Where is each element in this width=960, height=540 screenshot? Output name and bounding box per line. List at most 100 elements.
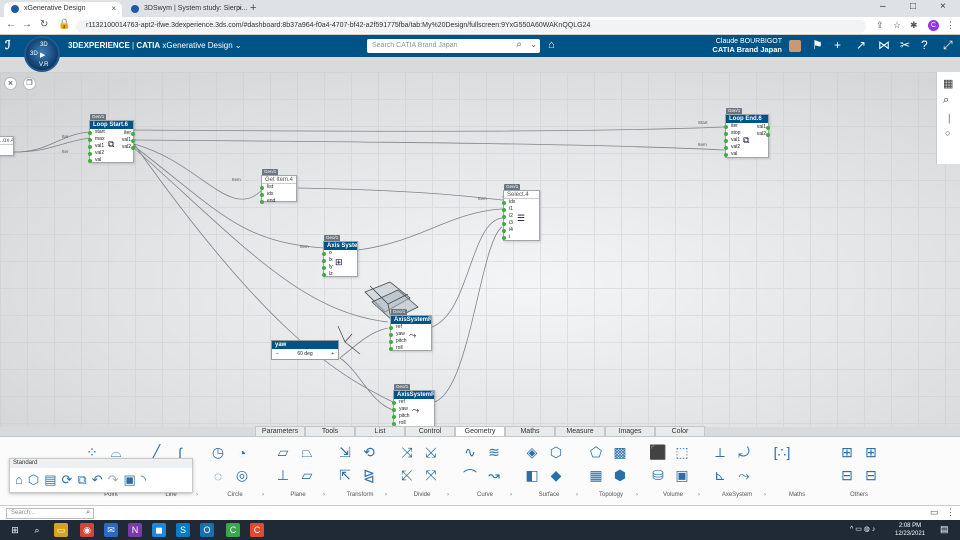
plane-offset-icon[interactable]: ⏢ [301, 444, 312, 461]
others-icon-3[interactable]: ⊟ [841, 467, 853, 484]
close-canvas-button[interactable]: × [4, 77, 17, 90]
minimize-icon[interactable]: – [880, 1, 886, 12]
more-icon[interactable]: ⋮ [946, 507, 955, 518]
cube-icon[interactable]: ⬡ [28, 472, 39, 488]
node-port[interactable]: idx [502, 199, 539, 206]
node-port[interactable]: end [260, 198, 296, 205]
divide-icon[interactable]: ⤪ [401, 467, 412, 484]
surface-sweep-icon[interactable]: ◧ [525, 467, 538, 484]
matrix-icon[interactable]: [∴] [774, 444, 791, 461]
chevron-right-icon[interactable]: › [323, 492, 325, 498]
yaw-slider-node[interactable]: yaw − 60 deg + [271, 340, 339, 360]
recorder-icon[interactable]: C [250, 523, 264, 537]
back-icon[interactable]: ← [6, 19, 16, 30]
curve-connect-icon[interactable]: ↝ [488, 467, 500, 484]
topology-face-icon[interactable]: ⬢ [614, 467, 626, 484]
circle-center-icon[interactable]: ◔ [238, 445, 246, 461]
node-output[interactable]: val2 [757, 131, 771, 138]
circle-3pt-icon[interactable]: ◎ [236, 467, 248, 484]
reload-icon[interactable]: ↻ [40, 19, 48, 30]
node-port[interactable]: idx [260, 191, 296, 198]
tab-maths[interactable]: Maths [505, 426, 555, 436]
node-port[interactable]: roll [389, 345, 431, 352]
spline-icon[interactable]: ∿ [464, 444, 476, 461]
chevron-right-icon[interactable]: › [698, 492, 700, 498]
outlook-app-icon[interactable]: O [200, 523, 214, 537]
node-port[interactable]: o [322, 250, 357, 257]
yaw-increment-button[interactable]: + [331, 351, 334, 357]
node-port[interactable]: val [724, 151, 768, 158]
tab-measure[interactable]: Measure [555, 426, 605, 436]
tab-control[interactable]: Control [405, 426, 455, 436]
chevron-right-icon[interactable]: › [636, 492, 638, 498]
chevron-right-icon[interactable]: › [447, 492, 449, 498]
node-loop-end[interactable]: Gen/1 Loop End.6 iter stop val1 val2 val… [724, 108, 771, 158]
search-input[interactable]: Search CATIA Brand Japan ⌕ ⌄ [367, 39, 540, 53]
volume-box-icon[interactable]: ⬚ [675, 444, 688, 461]
node-port[interactable]: lz [322, 271, 357, 278]
node-port[interactable]: i1 [502, 206, 539, 213]
node-port[interactable]: val [88, 157, 133, 164]
apps-icon[interactable]: ✂ [900, 38, 910, 52]
chevron-right-icon[interactable]: › [510, 492, 512, 498]
chevron-right-icon[interactable]: › [385, 492, 387, 498]
add-icon[interactable]: + [834, 38, 841, 52]
export-icon[interactable]: ⧉ [77, 472, 86, 488]
tab-geometry[interactable]: Geometry [455, 426, 505, 436]
axis-rotate-icon[interactable]: ⤾ [738, 444, 750, 461]
graph-canvas[interactable]: × ❐ ...ox.4 Gen/1 Loop Start.6 start max… [0, 72, 960, 427]
chat-icon[interactable]: ▭ [930, 507, 939, 518]
broadcast-icon[interactable]: ◝ [141, 472, 146, 488]
undo-icon[interactable]: ↶ [92, 472, 103, 488]
node-loop-start[interactable]: Gen/1 Loop Start.6 start max val1 val2 v… [88, 114, 136, 164]
tag-icon[interactable]: ⌂ [548, 39, 555, 51]
node-output[interactable]: iter [124, 130, 135, 137]
help-icon[interactable]: ? [921, 38, 928, 52]
avatar[interactable] [789, 40, 801, 52]
close-tab-icon[interactable]: × [111, 4, 116, 13]
circle-icon[interactable]: ◷ [212, 444, 224, 461]
arc-icon[interactable]: ◌ [214, 468, 222, 484]
others-icon-4[interactable]: ⊟ [865, 467, 877, 484]
user-info[interactable]: Claude BOURBIGOT CATIA Brand Japan [700, 38, 782, 54]
topology-icon[interactable]: ⬠ [590, 444, 602, 461]
chrome-icon[interactable]: ◉ [80, 523, 94, 537]
volume-pad-icon[interactable]: ▣ [675, 467, 688, 484]
zoom-slider-knob-icon[interactable]: ○ [945, 128, 950, 138]
file-explorer-icon[interactable]: ▭ [54, 523, 68, 537]
axis-icon[interactable]: ⟂ [715, 444, 724, 461]
node-port[interactable]: i [502, 234, 539, 241]
image-icon[interactable]: ▣ [124, 472, 136, 488]
search-icon[interactable]: ⌕ [86, 509, 90, 517]
onenote-icon[interactable]: N [128, 523, 142, 537]
split-icon[interactable]: ⤨ [401, 444, 412, 461]
tab-tools[interactable]: Tools [305, 426, 355, 436]
notification-center-icon[interactable]: ▤ [940, 524, 949, 535]
volume-icon[interactable]: ⬛ [649, 444, 666, 461]
camtasia-icon[interactable]: C [226, 523, 240, 537]
node-port[interactable]: i4 [502, 227, 539, 234]
surface-icon[interactable]: ◈ [527, 444, 538, 461]
topology-mesh-icon[interactable]: ▦ [589, 467, 602, 484]
star-icon[interactable]: ☆ [893, 20, 901, 31]
chevron-right-icon[interactable]: › [576, 492, 578, 498]
curve-offset-icon[interactable]: ≋ [488, 444, 500, 461]
url-field[interactable]: r1132100014763-apt2-ifwe.3dexperience.3d… [76, 20, 866, 33]
axis-dir-icon[interactable]: ⤳ [738, 467, 749, 484]
system-tray-icons[interactable]: ^ ▭ ◍ ♪ [850, 525, 875, 533]
others-icon-2[interactable]: ⊞ [865, 444, 877, 461]
outlook-icon[interactable]: ✉ [104, 523, 118, 537]
tab-list[interactable]: List [355, 426, 405, 436]
taskbar-clock[interactable]: 2:08 PM 12/23/2021 [895, 522, 925, 538]
browser-tab[interactable]: 3DSwym | System study: Sierpi... × [124, 2, 248, 17]
chevron-down-icon[interactable]: ⌄ [235, 41, 242, 50]
plane-angle-icon[interactable]: ⏥ [302, 467, 313, 484]
zoom-slider-handle-icon[interactable]: │ [947, 114, 952, 123]
share-icon[interactable]: ↗ [856, 38, 866, 52]
node-axis-rot-1[interactable]: Geo/1 AxisSystemRot ref yaw pitch roll ⤳ [389, 309, 432, 352]
network-icon[interactable]: ⋈ [878, 38, 890, 52]
maximize-icon[interactable]: □ [910, 1, 916, 12]
node-output[interactable]: val1 [122, 137, 136, 144]
app-brand[interactable]: 3DEXPERIENCE | CATIA xGenerative Design … [68, 41, 242, 50]
tab-images[interactable]: Images [605, 426, 655, 436]
